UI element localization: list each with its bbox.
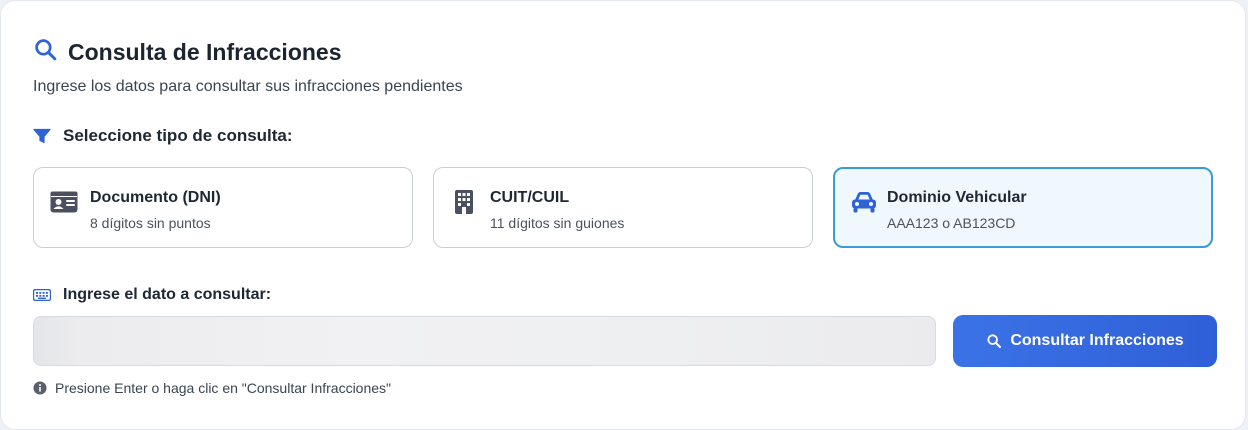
filter-icon [33, 128, 51, 144]
option-title: Documento (DNI) [90, 189, 221, 206]
query-input[interactable] [33, 316, 936, 366]
option-documento-dni[interactable]: Documento (DNI) 8 dígitos sin puntos [33, 167, 413, 248]
option-description: AAA123 o AB123CD [887, 215, 1016, 231]
search-icon [987, 334, 1002, 348]
help-hint: Presione Enter o haga clic en "Consultar… [33, 380, 391, 396]
option-title: CUIT/CUIL [490, 189, 570, 206]
id-card-icon [50, 188, 78, 216]
input-label: Ingrese el dato a consultar: [33, 286, 271, 304]
car-icon [850, 188, 878, 216]
option-cuit-cuil[interactable]: CUIT/CUIL 11 dígitos sin guiones [433, 167, 813, 248]
submit-label: Consultar Infracciones [1010, 332, 1184, 349]
option-description: 8 dígitos sin puntos [90, 215, 211, 231]
page-subtitle: Ingrese los datos para consultar sus inf… [33, 78, 463, 95]
option-title: Dominio Vehicular [887, 189, 1027, 206]
option-dominio-vehicular[interactable]: Dominio Vehicular AAA123 o AB123CD [833, 167, 1213, 248]
keyboard-icon [33, 289, 51, 301]
header: Consulta de Infracciones [33, 37, 342, 67]
info-icon [33, 381, 47, 395]
building-icon [450, 188, 478, 216]
option-description: 11 dígitos sin guiones [490, 215, 625, 231]
consulta-card: Consulta de Infracciones Ingrese los dat… [1, 1, 1245, 429]
search-icon [33, 37, 58, 67]
page-title: Consulta de Infracciones [68, 38, 342, 65]
query-type-label: Seleccione tipo de consulta: [33, 126, 293, 146]
consultar-infracciones-button[interactable]: Consultar Infracciones [953, 315, 1217, 367]
